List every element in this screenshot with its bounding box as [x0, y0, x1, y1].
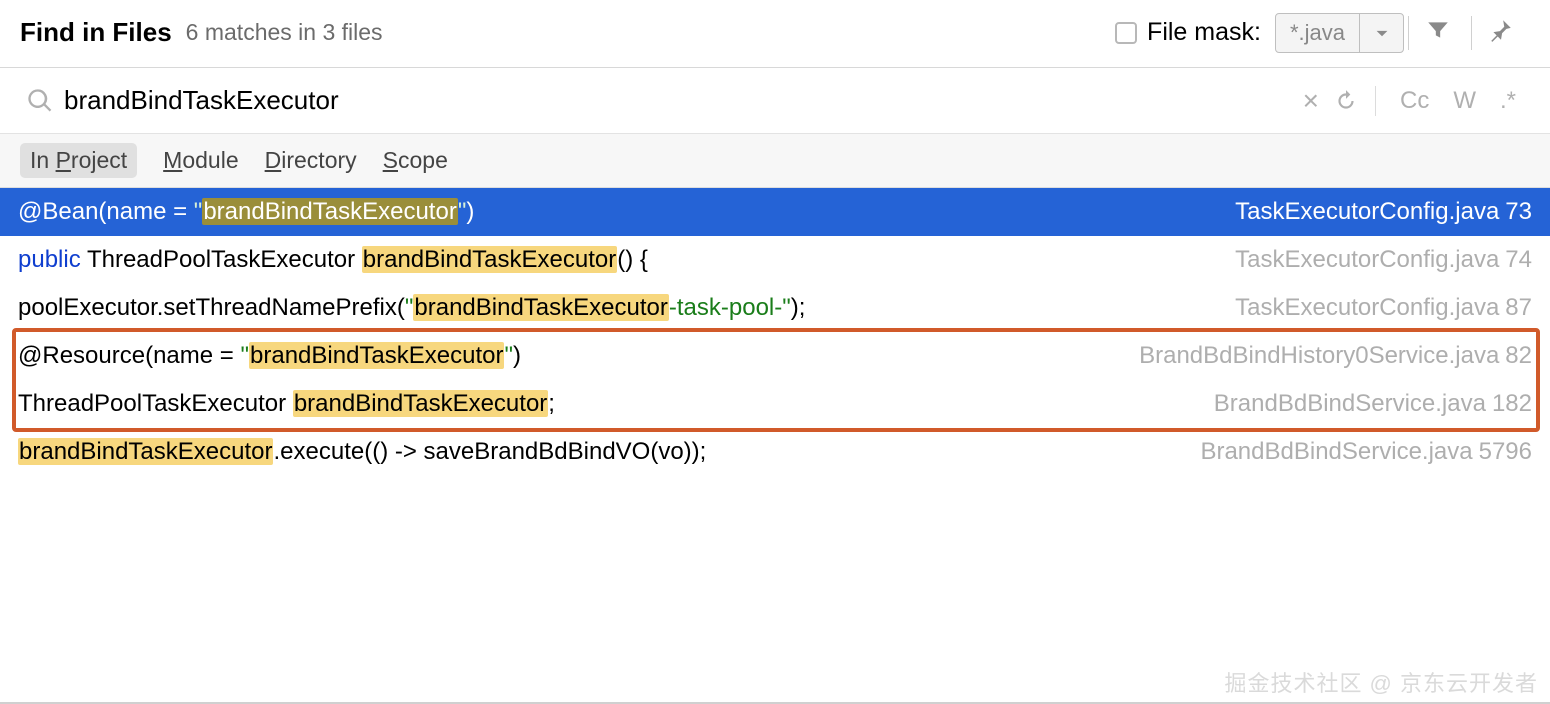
- clear-search-icon[interactable]: ×: [1297, 85, 1325, 117]
- result-row[interactable]: poolExecutor.setThreadNamePrefix("brandB…: [0, 284, 1550, 332]
- scope-directory[interactable]: Directory: [265, 147, 357, 174]
- result-location: BrandBdBindService.java5796: [1200, 438, 1532, 466]
- search-row: × Cc W .*: [0, 68, 1550, 134]
- dialog-header: Find in Files 6 matches in 3 files File …: [0, 0, 1550, 68]
- result-location: TaskExecutorConfig.java74: [1235, 246, 1532, 274]
- results-list: @Bean(name = "brandBindTaskExecutor") Tas…: [0, 188, 1550, 476]
- whole-words-toggle[interactable]: W: [1445, 83, 1484, 119]
- file-mask-checkbox[interactable]: [1115, 22, 1137, 44]
- result-row[interactable]: public ThreadPoolTaskExecutor brandBindT…: [0, 236, 1550, 284]
- result-row[interactable]: @Bean(name = "brandBindTaskExecutor") Tas…: [0, 188, 1550, 236]
- result-row[interactable]: @Resource(name = "brandBindTaskExecutor"…: [0, 332, 1550, 380]
- result-location: BrandBdBindService.java182: [1214, 390, 1532, 418]
- filter-icon[interactable]: [1409, 17, 1467, 49]
- dialog-title: Find in Files: [20, 17, 172, 48]
- file-mask-label: File mask:: [1147, 18, 1261, 47]
- result-location: TaskExecutorConfig.java87: [1235, 294, 1532, 322]
- scope-scope[interactable]: Scope: [383, 147, 448, 174]
- result-code: brandBindTaskExecutor.execute(() -> save…: [18, 438, 706, 466]
- result-code: @Bean(name = "brandBindTaskExecutor"): [18, 198, 474, 226]
- result-location: TaskExecutorConfig.java73: [1235, 198, 1532, 226]
- match-summary: 6 matches in 3 files: [186, 19, 383, 46]
- file-mask-value: *.java: [1276, 20, 1359, 46]
- result-location: BrandBdBindHistory0Service.java82: [1139, 342, 1532, 370]
- file-mask-dropdown[interactable]: *.java: [1275, 13, 1404, 53]
- scope-in-project[interactable]: In Project: [20, 143, 137, 178]
- search-input[interactable]: [64, 85, 1297, 116]
- regex-toggle[interactable]: .*: [1492, 83, 1524, 119]
- match-case-toggle[interactable]: Cc: [1392, 83, 1437, 119]
- history-icon[interactable]: [1333, 88, 1359, 114]
- result-code: public ThreadPoolTaskExecutor brandBindT…: [18, 246, 648, 274]
- chevron-down-icon[interactable]: [1359, 13, 1403, 53]
- result-code: ThreadPoolTaskExecutor brandBindTaskExec…: [18, 390, 555, 418]
- result-code: @Resource(name = "brandBindTaskExecutor"…: [18, 342, 521, 370]
- result-code: poolExecutor.setThreadNamePrefix("brandB…: [18, 294, 805, 322]
- pin-icon[interactable]: [1472, 17, 1530, 49]
- search-icon: [26, 87, 54, 115]
- scope-tabs: In Project Module Directory Scope: [0, 134, 1550, 188]
- scope-module[interactable]: Module: [163, 147, 238, 174]
- result-row[interactable]: ThreadPoolTaskExecutor brandBindTaskExec…: [0, 380, 1550, 428]
- result-row[interactable]: brandBindTaskExecutor.execute(() -> save…: [0, 428, 1550, 476]
- watermark: 掘金技术社区 @ 京东云开发者: [1224, 666, 1538, 698]
